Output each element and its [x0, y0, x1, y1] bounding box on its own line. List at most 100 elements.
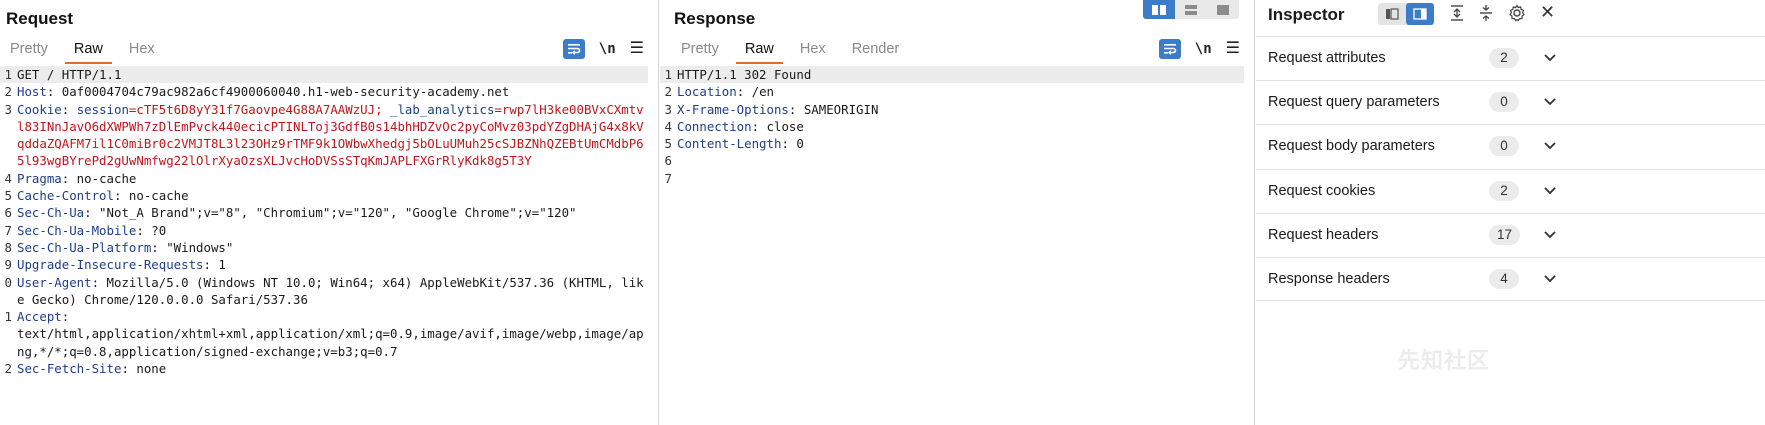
code-line[interactable]: 0 User-Agent: Mozilla/5.0 (Windows NT 10.… [0, 274, 648, 309]
chevron-down-icon[interactable] [1543, 271, 1557, 289]
line-text: Cookie: session=cTF5t6D8yY31f7Gaovpe4G88… [17, 101, 648, 170]
line-number: 5 [664, 136, 672, 152]
code-line[interactable]: 2 Host: 0af0004704c79ac982a6cf4900060040.… [0, 83, 648, 100]
header-value: : "Windows" [151, 239, 234, 255]
code-line[interactable]: 5 Content-Length: 0 [660, 135, 1244, 152]
chevron-down-icon[interactable] [1543, 183, 1557, 201]
section-label: Request attributes [1268, 50, 1386, 66]
inspector-section-request-headers[interactable]: Request headers 17 [1256, 212, 1765, 257]
request-editor[interactable]: 1 GET / HTTP/1.1 2 Host: 0af0004704c79ac982… [0, 66, 648, 377]
inspector-section-request-cookies[interactable]: Request cookies 2 [1256, 168, 1765, 213]
line-text: Sec-Ch-Ua: "Not_A Brand";v="8", "Chromiu… [17, 204, 648, 221]
response-tab-raw[interactable]: Raw [732, 38, 787, 64]
header-value: : no-cache [61, 170, 137, 186]
header-name: X-Frame-Options [677, 101, 789, 117]
code-line[interactable]: 4 Connection: close [660, 118, 1244, 135]
code-line[interactable]: 3 Cookie: session=cTF5t6D8yY31f7Gaovpe4G8… [0, 101, 648, 170]
response-tabs: Pretty Raw Hex Render [668, 38, 912, 64]
inspector-title: Inspector [1268, 5, 1345, 24]
header-name: Connection [677, 118, 752, 134]
line-number: 1 [4, 67, 12, 82]
response-tab-hex[interactable]: Hex [787, 38, 839, 64]
request-tab-pretty[interactable]: Pretty [0, 38, 61, 64]
request-tab-hex[interactable]: Hex [116, 38, 168, 64]
settings-gear-icon[interactable] [1508, 4, 1526, 26]
inspector-section-response-headers[interactable]: Response headers 4 [1256, 256, 1765, 302]
code-line[interactable]: 4 Pragma: no-cache [0, 170, 648, 187]
side-by-side-layout-button[interactable] [1143, 0, 1175, 19]
show-newlines-button[interactable]: \n [599, 41, 616, 57]
header-value: GET / HTTP/1.1 [17, 67, 122, 82]
code-line[interactable]: 5 Cache-Control: no-cache [0, 187, 648, 204]
response-tab-pretty[interactable]: Pretty [668, 38, 732, 64]
line-number: 4 [4, 170, 12, 186]
request-tab-raw[interactable]: Raw [61, 38, 116, 64]
response-toolbar: \n ☰ [1158, 38, 1240, 60]
count-badge: 17 [1489, 224, 1521, 245]
line-text: Host: 0af0004704c79ac982a6cf4900060040.h… [17, 83, 648, 100]
header-value: : "Not_A Brand";v="8", "Chromium";v="120… [84, 205, 577, 221]
word-wrap-button[interactable] [562, 39, 585, 59]
inspector-list-view-button[interactable] [1378, 3, 1406, 25]
code-line[interactable]: 2 Sec-Fetch-Site: none [0, 360, 648, 377]
code-line[interactable]: 8 Sec-Ch-Ua-Platform: "Windows" [0, 239, 648, 256]
chevron-down-icon[interactable] [1543, 50, 1557, 68]
inspector-view-toggle [1378, 3, 1434, 25]
close-icon[interactable]: ✕ [1540, 2, 1555, 23]
header-name: Pragma [17, 170, 62, 186]
menu-icon[interactable]: ☰ [1226, 41, 1240, 57]
inspector-panel-view-button[interactable] [1406, 3, 1434, 25]
code-line[interactable]: 2 Location: /en [660, 83, 1244, 100]
line-number: 7 [4, 222, 12, 238]
code-line[interactable]: 7 Sec-Ch-Ua-Mobile: ?0 [0, 222, 648, 239]
line-text: Sec-Fetch-Site: none [17, 360, 648, 377]
expand-all-icon[interactable] [1449, 4, 1465, 26]
line-number: 2 [4, 361, 12, 377]
code-line[interactable]: 6 Sec-Ch-Ua: "Not_A Brand";v="8", "Chromi… [0, 204, 648, 221]
code-line[interactable]: 1 GET / HTTP/1.1 [0, 66, 648, 84]
word-wrap-icon [567, 44, 581, 55]
line-number: 8 [4, 239, 12, 255]
code-line[interactable]: 1 Accept: text/html,application/xhtml+xml… [0, 308, 648, 360]
count-badge: 2 [1489, 48, 1519, 68]
section-label: Request body parameters [1268, 138, 1435, 155]
code-line[interactable]: 3 X-Frame-Options: SAMEORIGIN [660, 101, 1244, 118]
menu-icon[interactable]: ☰ [630, 41, 644, 57]
line-number: 1 [664, 67, 672, 82]
show-newlines-button[interactable]: \n [1195, 41, 1212, 57]
header-name: Sec-Ch-Ua [17, 205, 85, 221]
response-tab-render[interactable]: Render [839, 38, 913, 64]
inspector-section-request-body-parameters[interactable]: Request body parameters 0 [1256, 124, 1765, 169]
tabs-layout-button[interactable] [1207, 0, 1239, 19]
chevron-down-icon[interactable] [1543, 227, 1557, 245]
inspector-section-request-query-parameters[interactable]: Request query parameters 0 [1256, 80, 1765, 125]
word-wrap-button[interactable] [1158, 39, 1181, 59]
header-value: : 0 [781, 136, 804, 152]
code-line[interactable]: 7 [660, 170, 1244, 187]
code-line[interactable]: 6 [660, 152, 1244, 169]
header-value: : 0af0004704c79ac982a6cf4900060040.h1-we… [46, 84, 510, 100]
collapse-all-icon[interactable] [1478, 4, 1494, 26]
header-name: Cookie [17, 101, 62, 117]
header-value: HTTP/1.1 302 Found [677, 67, 812, 82]
line-text [677, 170, 1244, 187]
code-line[interactable]: 1 HTTP/1.1 302 Found [660, 66, 1244, 84]
header-name: Host [17, 84, 47, 100]
top-bottom-layout-button[interactable] [1175, 0, 1207, 19]
line-text: Connection: close [677, 118, 1244, 135]
inspector-section-request-attributes[interactable]: Request attributes 2 [1256, 36, 1765, 81]
header-value: : 1 [203, 257, 226, 273]
header-value: : ?0 [136, 222, 167, 238]
header-name: User-Agent [17, 274, 92, 290]
chevron-down-icon[interactable] [1543, 138, 1557, 156]
chevron-down-icon[interactable] [1543, 94, 1557, 112]
inspector-pane: Inspector ✕ Request attributes 2 Request q… [1256, 0, 1765, 425]
response-editor[interactable]: 1 HTTP/1.1 302 Found 2 Location: /en 3 X-Fram… [660, 66, 1244, 187]
header-value: : /en [736, 84, 774, 100]
list-view-icon [1386, 8, 1399, 20]
header-value: : [61, 101, 77, 117]
code-line[interactable]: 9 Upgrade-Insecure-Requests: 1 [0, 256, 648, 273]
line-number: 0 [4, 274, 12, 290]
header-name: Accept [17, 309, 62, 325]
line-number: 2 [4, 84, 12, 100]
